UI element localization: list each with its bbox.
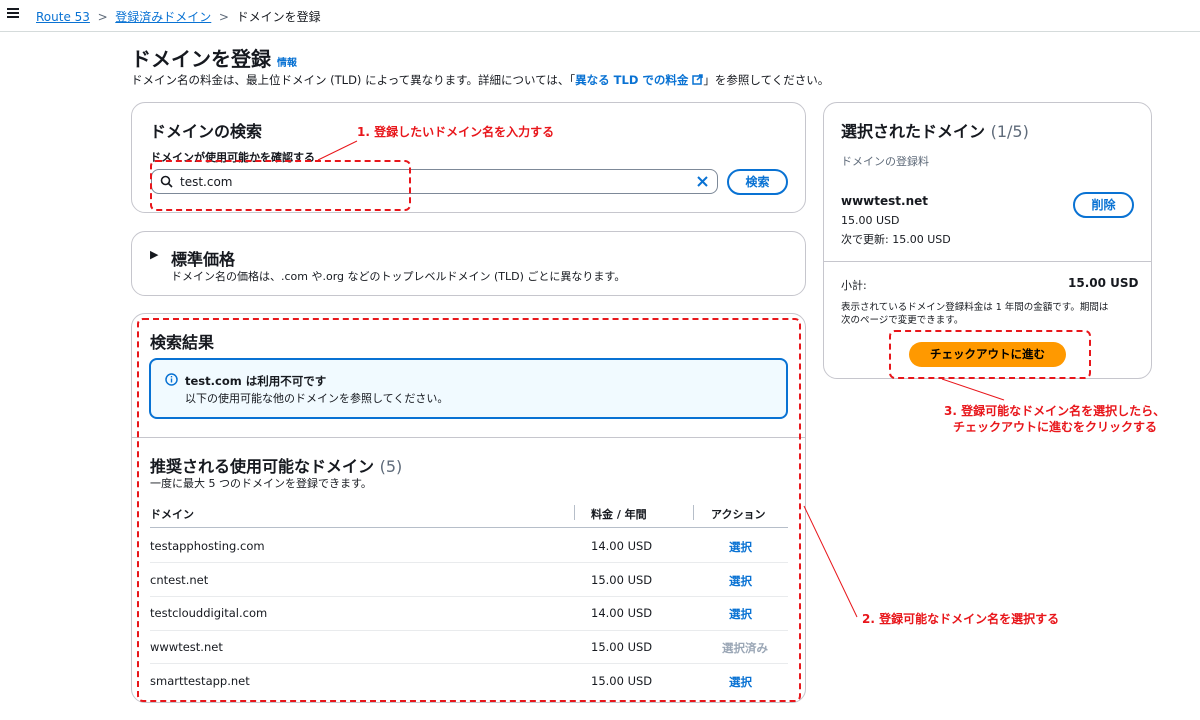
annotation-step3-line1: 3. 登録可能なドメイン名を選択したら、 <box>944 404 1166 418</box>
annotation-step1: 1. 登録したいドメイン名を入力する <box>357 125 555 139</box>
annotation-step2: 2. 登録可能なドメイン名を選択する <box>862 612 1060 626</box>
annotation-line-3 <box>941 378 1005 401</box>
annotation-step3-line2: チェックアウトに進むをクリックする <box>953 420 1158 434</box>
annotation-line-1 <box>317 140 358 161</box>
annotation-line-2 <box>803 505 858 618</box>
